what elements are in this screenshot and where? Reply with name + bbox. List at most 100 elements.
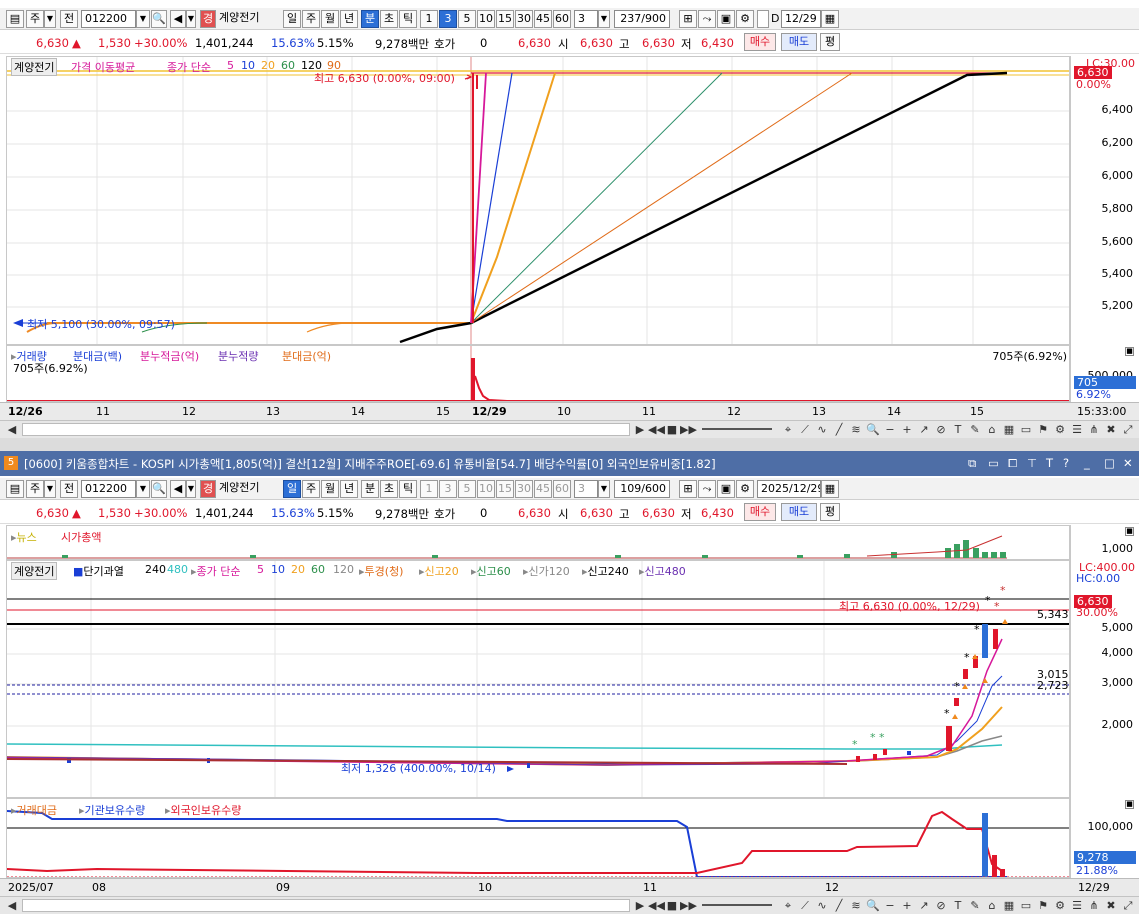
period-dropdown-icon[interactable]: ▼ xyxy=(44,10,56,28)
minimize-all-icon[interactable]: ▭ xyxy=(988,456,999,470)
scroll-right-icon[interactable]: ▶ xyxy=(632,898,648,913)
font-size-icon[interactable]: T xyxy=(1046,456,1053,470)
interval-select[interactable]: 3 xyxy=(574,480,598,498)
legend-new20[interactable]: ▸신고20 xyxy=(419,563,459,579)
stop-icon[interactable]: ■ xyxy=(664,422,680,437)
brush-icon[interactable]: ✎ xyxy=(967,422,983,437)
plus-icon[interactable]: + xyxy=(899,422,915,437)
speaker-dropdown-icon[interactable]: ▼ xyxy=(186,480,196,498)
close-icon[interactable]: ✕ xyxy=(1123,456,1133,470)
rewind-icon[interactable]: ◀◀ xyxy=(648,898,665,913)
print-icon[interactable]: ▭ xyxy=(1018,422,1034,437)
day-button[interactable]: 일 xyxy=(283,480,301,498)
search-icon[interactable]: 🔍 xyxy=(151,480,167,498)
day-button[interactable]: 일 xyxy=(283,10,301,28)
legend-short-overheat[interactable]: ■단기과열 xyxy=(73,563,124,579)
year-button[interactable]: 년 xyxy=(340,10,358,28)
stock-code-input[interactable]: 012200 xyxy=(81,10,136,28)
second-button[interactable]: 초 xyxy=(380,480,398,498)
panel-close-icon[interactable]: ■ xyxy=(1125,800,1134,809)
list-icon[interactable]: ☰ xyxy=(1069,422,1085,437)
config-icon[interactable]: ⚙ xyxy=(1052,898,1068,913)
vol-legend-amount[interactable]: ▸거래대금 xyxy=(11,802,57,818)
zoom-icon[interactable]: 🔍 xyxy=(865,422,881,437)
count-input[interactable]: 109/600 xyxy=(614,480,670,498)
panel-close-icon[interactable]: ■ xyxy=(1125,527,1134,536)
brush-icon[interactable]: ✎ xyxy=(967,898,983,913)
interval-dropdown-icon[interactable]: ▼ xyxy=(598,480,610,498)
legend-new60[interactable]: ▸신고60 xyxy=(471,563,511,579)
legend-new240[interactable]: ▸신고240 xyxy=(582,563,629,579)
grid-icon[interactable]: ▦ xyxy=(1001,422,1017,437)
scroll-left-icon[interactable]: ◀ xyxy=(4,422,20,437)
avg-button[interactable]: 평 xyxy=(820,503,840,521)
line-tool-icon[interactable]: ╱ xyxy=(831,422,847,437)
marketcap-legend[interactable]: 시가총액 xyxy=(61,529,101,545)
minute-button[interactable]: 분 xyxy=(361,10,379,28)
maximize-icon[interactable]: □ xyxy=(1104,456,1115,470)
minus-icon[interactable]: − xyxy=(882,422,898,437)
tools-icon[interactable]: ✖ xyxy=(1103,422,1119,437)
calendar-icon[interactable]: ▦ xyxy=(821,10,839,28)
scrollbar-track[interactable] xyxy=(22,899,630,912)
top-legend-name[interactable]: 계양전기 xyxy=(11,58,58,76)
flag-icon[interactable]: ⚑ xyxy=(1035,422,1051,437)
config-icon[interactable]: ⚙ xyxy=(1052,422,1068,437)
link-icon[interactable]: ⊘ xyxy=(933,422,949,437)
channel-icon[interactable]: ≋ xyxy=(848,422,864,437)
search-icon[interactable]: 🔍 xyxy=(151,10,167,28)
count-input[interactable]: 237/900 xyxy=(614,10,670,28)
legend-new480[interactable]: ▸신고480 xyxy=(639,563,686,579)
text-tool-icon[interactable]: T xyxy=(950,422,966,437)
period-week-button[interactable]: 주 xyxy=(26,480,44,498)
interval-5-button[interactable]: 5 xyxy=(458,10,476,28)
panel-close-icon[interactable]: ■ xyxy=(1125,347,1134,356)
vol-legend-foreign[interactable]: ▸외국인보유수량 xyxy=(165,802,241,818)
text-tool-icon[interactable]: T xyxy=(950,898,966,913)
second-button[interactable]: 초 xyxy=(380,10,398,28)
speaker-icon[interactable]: ◀ xyxy=(170,480,186,498)
interval-60-button[interactable]: 60 xyxy=(553,10,571,28)
fast-forward-icon[interactable]: ▶▶ xyxy=(680,898,697,913)
plus-icon[interactable]: + xyxy=(899,898,915,913)
date-input[interactable]: 2025/12/29 xyxy=(757,480,821,498)
wave-icon[interactable]: ∿ xyxy=(814,422,830,437)
tools-icon[interactable]: ✖ xyxy=(1103,898,1119,913)
channel-icon[interactable]: ≋ xyxy=(848,898,864,913)
link-window-icon[interactable]: ⧉ xyxy=(968,456,976,471)
scrollbar-track[interactable] xyxy=(22,423,630,436)
stock-code-input[interactable]: 012200 xyxy=(81,480,136,498)
sell-button[interactable]: 매도 xyxy=(781,503,817,521)
interval-10-button[interactable]: 10 xyxy=(477,480,495,498)
year-button[interactable]: 년 xyxy=(340,480,358,498)
news-legend[interactable]: ▸뉴스 xyxy=(11,529,37,545)
date-input[interactable]: 12/29 xyxy=(781,10,821,28)
interval-5-button[interactable]: 5 xyxy=(458,480,476,498)
interval-30-button[interactable]: 30 xyxy=(515,480,533,498)
vol-legend-inst[interactable]: ▸기관보유수량 xyxy=(79,802,145,818)
tick-button[interactable]: 틱 xyxy=(399,480,417,498)
wave-icon[interactable]: ∿ xyxy=(814,898,830,913)
candle-icon[interactable]: ⋔ xyxy=(1086,422,1102,437)
expand-icon[interactable]: ⤢ xyxy=(1120,422,1136,437)
scroll-left-icon[interactable]: ◀ xyxy=(4,898,20,913)
interval-select[interactable]: 3 xyxy=(574,10,598,28)
period-dropdown-icon[interactable]: ▼ xyxy=(44,480,56,498)
chart-settings-icon[interactable]: ▤ xyxy=(6,480,24,498)
window-titlebar[interactable]: 5 [0600] 키움종합차트 - KOSPI 시가총액[1,805(억)] 결… xyxy=(0,451,1139,476)
trend-icon[interactable]: ⟋ xyxy=(797,898,813,913)
indicator-icon[interactable]: ⊞ xyxy=(679,480,697,498)
pin-icon[interactable]: ⌂ xyxy=(984,422,1000,437)
crosshair-icon[interactable]: ⌖ xyxy=(780,898,796,913)
gear-icon[interactable]: ⚙ xyxy=(736,480,754,498)
legend-new120[interactable]: ▸신가120 xyxy=(523,563,570,579)
list-icon[interactable]: ☰ xyxy=(1069,898,1085,913)
gear-icon[interactable]: ⚙ xyxy=(736,10,754,28)
sell-button[interactable]: 매도 xyxy=(781,33,817,51)
zoom-slider[interactable] xyxy=(702,428,772,430)
week-button[interactable]: 주 xyxy=(302,480,320,498)
speaker-dropdown-icon[interactable]: ▼ xyxy=(186,10,196,28)
save-icon[interactable]: ▣ xyxy=(717,10,735,28)
vol-legend-cum-volume[interactable]: 분누적량 xyxy=(218,348,258,364)
ma-legend-title[interactable]: 가격 이동평균 xyxy=(71,59,135,75)
